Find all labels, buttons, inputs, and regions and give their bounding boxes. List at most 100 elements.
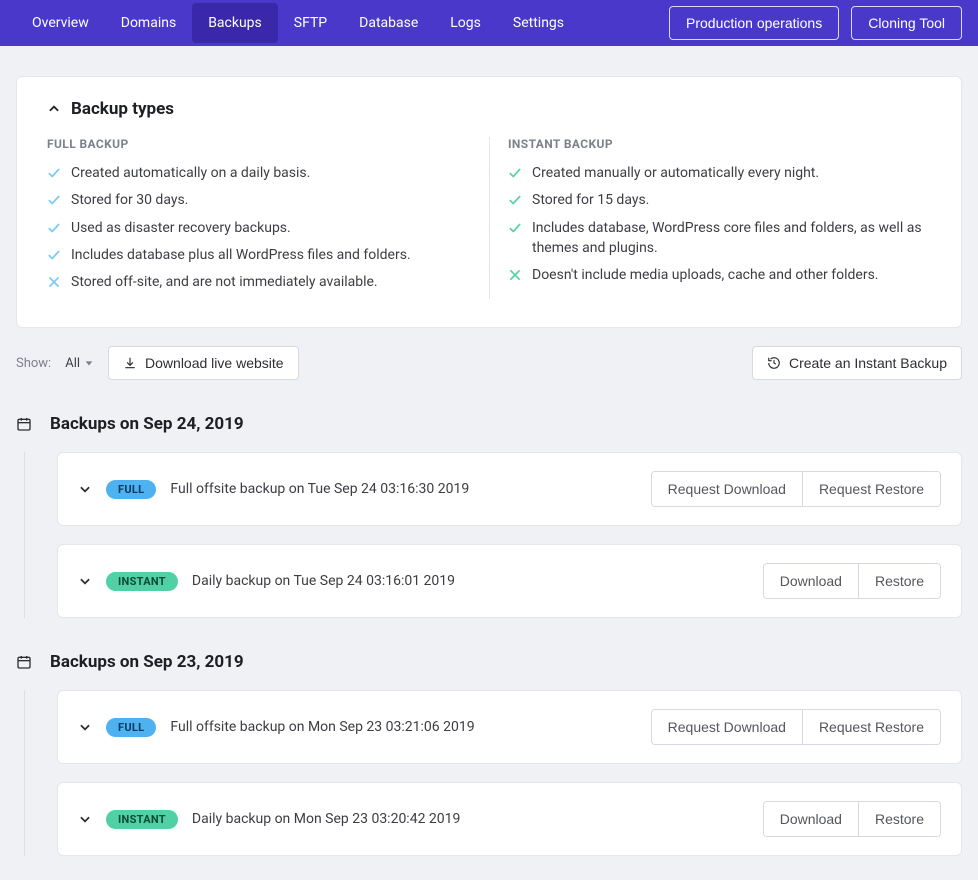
- chevron-down-icon[interactable]: [78, 574, 92, 588]
- check-icon: [47, 193, 61, 207]
- feature-item: Stored off-site, and are not immediately…: [47, 272, 489, 292]
- nav-item-overview[interactable]: Overview: [16, 3, 105, 43]
- backup-actions: DownloadRestore: [763, 801, 941, 837]
- chevron-down-icon[interactable]: [78, 482, 92, 496]
- create-instant-backup-button[interactable]: Create an Instant Backup: [752, 346, 962, 380]
- create-instant-label: Create an Instant Backup: [789, 355, 947, 371]
- chevron-down-icon[interactable]: [78, 720, 92, 734]
- panel-title: Backup types: [71, 99, 174, 119]
- instant-backup-heading: INSTANT BACKUP: [508, 137, 931, 151]
- check-icon: [508, 166, 522, 180]
- download-live-website-button[interactable]: Download live website: [108, 346, 299, 380]
- calendar-icon: [16, 654, 32, 670]
- backup-row: INSTANT Daily backup on Tue Sep 24 03:16:…: [57, 544, 962, 618]
- feature-text: Stored for 30 days.: [71, 190, 188, 210]
- request-restore-button[interactable]: Request Restore: [802, 472, 940, 506]
- top-nav: OverviewDomainsBackupsSFTPDatabaseLogsSe…: [0, 0, 978, 46]
- instant-backup-list: Created manually or automatically every …: [508, 163, 931, 285]
- restore-button[interactable]: Restore: [858, 564, 940, 598]
- feature-item: Includes database, WordPress core files …: [508, 218, 931, 259]
- backup-description: Full offsite backup on Mon Sep 23 03:21:…: [170, 719, 474, 735]
- feature-item: Stored for 30 days.: [47, 190, 489, 210]
- feature-text: Created automatically on a daily basis.: [71, 163, 310, 183]
- feature-item: Created automatically on a daily basis.: [47, 163, 489, 183]
- backup-date-title: Backups on Sep 24, 2019: [50, 414, 244, 434]
- nav-item-database[interactable]: Database: [343, 3, 434, 43]
- feature-text: Stored off-site, and are not immediately…: [71, 272, 378, 292]
- show-label: Show:: [16, 356, 51, 371]
- feature-item: Created manually or automatically every …: [508, 163, 931, 183]
- backup-types-toggle[interactable]: Backup types: [47, 99, 931, 119]
- cross-icon: [47, 275, 61, 289]
- feature-item: Stored for 15 days.: [508, 190, 931, 210]
- restore-button[interactable]: Restore: [858, 802, 940, 836]
- nav-item-logs[interactable]: Logs: [434, 3, 497, 43]
- feature-text: Includes database plus all WordPress fil…: [71, 245, 411, 265]
- chevron-down-icon[interactable]: [78, 812, 92, 826]
- show-filter-value: All: [65, 356, 80, 371]
- full-backup-list: Created automatically on a daily basis. S…: [47, 163, 489, 292]
- page-body: Backup types FULL BACKUP Created automat…: [0, 46, 978, 880]
- feature-item: Includes database plus all WordPress fil…: [47, 245, 489, 265]
- backup-kind-badge: INSTANT: [106, 810, 178, 829]
- request-download-button[interactable]: Request Download: [652, 710, 802, 744]
- backup-timeline: FULL Full offsite backup on Mon Sep 23 03…: [24, 690, 962, 856]
- cross-icon: [508, 268, 522, 282]
- nav-button-production-operations[interactable]: Production operations: [669, 6, 839, 40]
- backup-row: INSTANT Daily backup on Mon Sep 23 03:20:…: [57, 782, 962, 856]
- request-restore-button[interactable]: Request Restore: [802, 710, 940, 744]
- check-icon: [47, 166, 61, 180]
- show-filter-dropdown[interactable]: All: [65, 356, 94, 371]
- instant-backup-col: INSTANT BACKUP Created manually or autom…: [489, 137, 931, 299]
- feature-text: Doesn't include media uploads, cache and…: [532, 265, 879, 285]
- nav-item-settings[interactable]: Settings: [497, 3, 580, 43]
- nav-right: Production operations Cloning Tool: [669, 6, 962, 40]
- backup-date-title: Backups on Sep 23, 2019: [50, 652, 244, 672]
- panel-columns: FULL BACKUP Created automatically on a d…: [47, 137, 931, 299]
- backup-types-panel: Backup types FULL BACKUP Created automat…: [16, 76, 962, 328]
- backup-timeline: FULL Full offsite backup on Tue Sep 24 03…: [24, 452, 962, 618]
- feature-item: Doesn't include media uploads, cache and…: [508, 265, 931, 285]
- check-icon: [47, 221, 61, 235]
- backup-date-section: Backups on Sep 24, 2019 FULL Full offsite …: [16, 414, 962, 618]
- calendar-icon: [16, 416, 32, 432]
- feature-item: Used as disaster recovery backups.: [47, 218, 489, 238]
- backup-date-header: Backups on Sep 23, 2019: [16, 652, 962, 672]
- backup-actions: DownloadRestore: [763, 563, 941, 599]
- backup-groups: Backups on Sep 24, 2019 FULL Full offsite …: [16, 414, 962, 856]
- full-backup-col: FULL BACKUP Created automatically on a d…: [47, 137, 489, 299]
- backup-description: Daily backup on Tue Sep 24 03:16:01 2019: [192, 573, 455, 589]
- backup-kind-badge: FULL: [106, 480, 156, 499]
- nav-button-cloning-tool[interactable]: Cloning Tool: [851, 6, 962, 40]
- backup-row: FULL Full offsite backup on Tue Sep 24 03…: [57, 452, 962, 526]
- download-button[interactable]: Download: [764, 564, 858, 598]
- backup-description: Daily backup on Mon Sep 23 03:20:42 2019: [192, 811, 460, 827]
- nav-item-sftp[interactable]: SFTP: [278, 3, 343, 43]
- backup-date-section: Backups on Sep 23, 2019 FULL Full offsite …: [16, 652, 962, 856]
- full-backup-heading: FULL BACKUP: [47, 137, 489, 151]
- chevron-up-icon: [47, 102, 61, 116]
- nav-left: OverviewDomainsBackupsSFTPDatabaseLogsSe…: [16, 3, 580, 43]
- filter-toolbar: Show: All Download live website Create a…: [16, 346, 962, 380]
- check-icon: [508, 221, 522, 235]
- feature-text: Used as disaster recovery backups.: [71, 218, 291, 238]
- history-icon: [767, 356, 781, 370]
- nav-item-backups[interactable]: Backups: [192, 3, 278, 43]
- check-icon: [47, 248, 61, 262]
- backup-actions: Request DownloadRequest Restore: [651, 471, 941, 507]
- backup-row: FULL Full offsite backup on Mon Sep 23 03…: [57, 690, 962, 764]
- backup-actions: Request DownloadRequest Restore: [651, 709, 941, 745]
- feature-text: Created manually or automatically every …: [532, 163, 819, 183]
- download-button[interactable]: Download: [764, 802, 858, 836]
- backup-kind-badge: INSTANT: [106, 572, 178, 591]
- feature-text: Stored for 15 days.: [532, 190, 649, 210]
- backup-description: Full offsite backup on Tue Sep 24 03:16:…: [170, 481, 469, 497]
- download-icon: [123, 356, 137, 370]
- caret-down-icon: [84, 358, 94, 368]
- feature-text: Includes database, WordPress core files …: [532, 218, 931, 259]
- request-download-button[interactable]: Request Download: [652, 472, 802, 506]
- backup-date-header: Backups on Sep 24, 2019: [16, 414, 962, 434]
- nav-item-domains[interactable]: Domains: [105, 3, 192, 43]
- backup-kind-badge: FULL: [106, 718, 156, 737]
- check-icon: [508, 193, 522, 207]
